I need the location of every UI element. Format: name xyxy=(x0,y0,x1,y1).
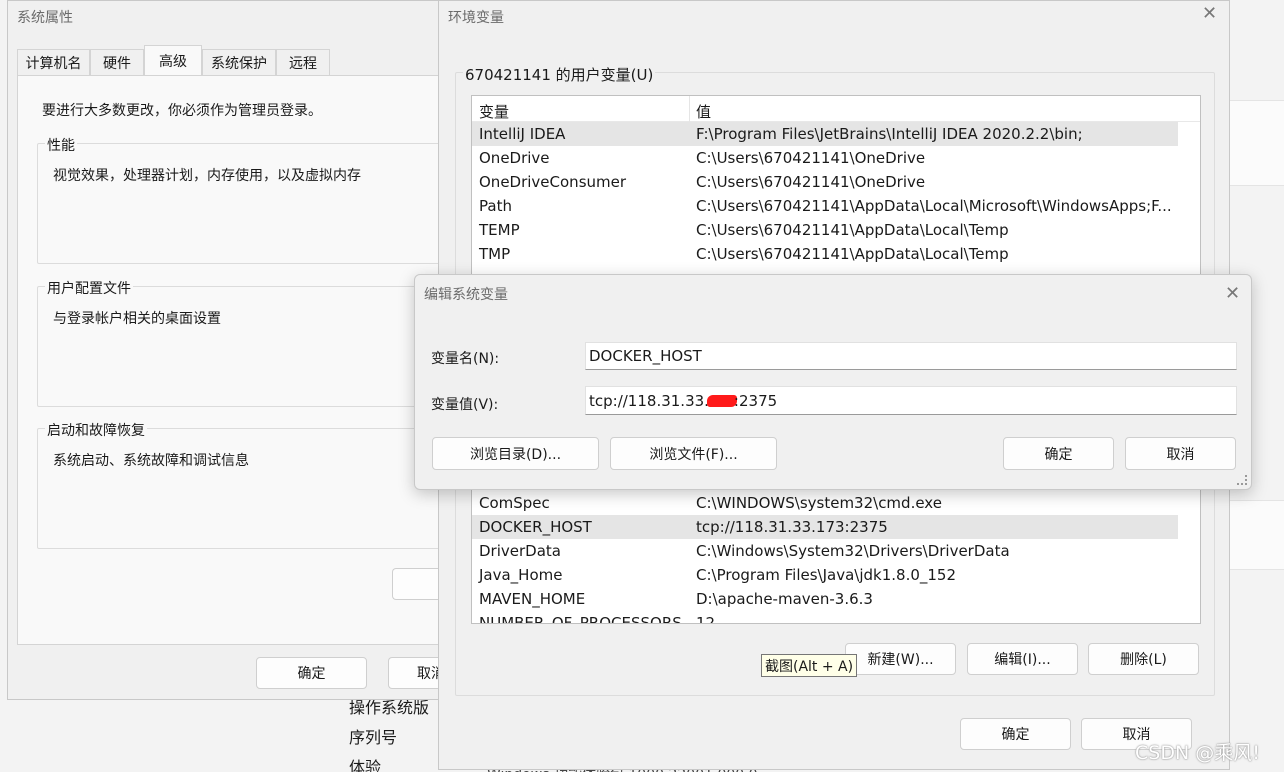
performance-label: 性能 xyxy=(45,135,77,155)
system-properties-title: 系统属性 xyxy=(17,10,73,26)
tab-computer-name[interactable]: 计算机名 xyxy=(17,49,90,75)
variable-value-cell: C:\Program Files\Java\jdk1.8.0_152 xyxy=(696,566,957,584)
variable-value-cell: C:\Users\670421141\OneDrive xyxy=(696,173,926,191)
variable-name-cell: DOCKER_HOST xyxy=(479,518,592,536)
user-vars-rows: IntelliJ IDEA F:\Program Files\JetBrains\… xyxy=(472,122,1178,272)
variable-value-label: 变量值(V): xyxy=(431,397,499,413)
background-card xyxy=(1230,500,1284,570)
variable-name-cell: Path xyxy=(479,197,512,215)
table-row[interactable]: OneDriveConsumer C:\Users\670421141\OneDr… xyxy=(472,170,1178,194)
system-properties-titlebar: 系统属性 xyxy=(8,1,452,33)
variable-name-cell: ComSpec xyxy=(479,494,550,512)
env-vars-titlebar: 环境变量 xyxy=(439,1,1229,33)
admin-note: 要进行大多数更改，你必须作为管理员登录。 xyxy=(42,103,322,119)
variable-name-cell: OneDrive xyxy=(479,149,550,167)
edit-dialog-close-icon[interactable]: ✕ xyxy=(1225,285,1240,303)
background-label: 序列号 xyxy=(349,728,398,747)
table-row[interactable]: Path C:\Users\670421141\AppData\Local\Mic… xyxy=(472,194,1178,218)
variable-value-cell: D:\apache-maven-3.6.3 xyxy=(696,590,873,608)
variable-name-cell: TMP xyxy=(479,245,511,263)
edit-system-variable-dialog: 编辑系统变量 ✕ 变量名(N): DOCKER_HOST 变量值(V): tcp… xyxy=(414,274,1252,490)
startup-recovery-label: 启动和故障恢复 xyxy=(45,420,147,440)
variable-name-value: DOCKER_HOST xyxy=(589,347,702,365)
variable-value-cell: C:\WINDOWS\system32\cmd.exe xyxy=(696,494,942,512)
variable-name-cell: NUMBER_OF_PROCESSORS xyxy=(479,614,682,624)
variable-value-prefix: tcp://118.31.33. xyxy=(589,391,709,410)
redaction-mark xyxy=(706,394,737,407)
user-vars-label: 670421141 的用户变量(U) xyxy=(463,64,656,85)
variable-name-cell: Java_Home xyxy=(479,566,563,584)
new-variable-button[interactable]: 新建(W)... xyxy=(845,643,956,675)
variable-value-suffix: :2375 xyxy=(733,391,778,410)
table-row[interactable]: MAVEN_HOME D:\apache-maven-3.6.3 xyxy=(472,587,1178,611)
env-vars-title: 环境变量 xyxy=(448,10,504,26)
variable-name-cell: MAVEN_HOME xyxy=(479,590,586,608)
variable-value-cell: C:\Windows\System32\Drivers\DriverData xyxy=(696,542,1010,560)
edit-dialog-ok-button[interactable]: 确定 xyxy=(1003,437,1114,470)
table-row[interactable]: ComSpec C:\WINDOWS\system32\cmd.exe xyxy=(472,491,1178,515)
system-properties-dialog: 系统属性 计算机名 硬件 高级 系统保护 远程 要进行大多数更改，你必须作为管理… xyxy=(7,0,457,700)
variable-value-cell: tcp://118.31.33.173:2375 xyxy=(696,518,888,536)
table-row[interactable]: DOCKER_HOST tcp://118.31.33.173:2375 xyxy=(472,515,1178,539)
table-row[interactable]: TMP C:\Users\670421141\AppData\Local\Temp xyxy=(472,242,1178,266)
variable-name-label: 变量名(N): xyxy=(431,351,500,367)
header-value[interactable]: 值 xyxy=(696,101,711,122)
user-profile-desc: 与登录帐户相关的桌面设置 xyxy=(53,311,221,327)
table-row[interactable]: OneDrive C:\Users\670421141\OneDrive xyxy=(472,146,1178,170)
tab-advanced[interactable]: 高级 xyxy=(144,45,202,75)
browse-directory-button[interactable]: 浏览目录(D)... xyxy=(432,437,599,470)
screenshot-tooltip: 截图(Alt + A) xyxy=(761,654,858,677)
user-vars-header: 变量 值 xyxy=(472,96,1200,122)
variable-value-input[interactable]: tcp://118.31.33. :2375 xyxy=(585,386,1237,415)
table-row[interactable]: NUMBER_OF_PROCESSORS 12 xyxy=(472,611,1178,624)
tab-panel: 要进行大多数更改，你必须作为管理员登录。 性能 视觉效果，处理器计划，内存使用，… xyxy=(17,75,457,645)
variable-value-cell: C:\Users\670421141\AppData\Local\Microso… xyxy=(696,197,1172,215)
variable-name-cell: IntelliJ IDEA xyxy=(479,125,566,143)
background-label: 体验 xyxy=(349,758,382,772)
delete-variable-button[interactable]: 删除(L) xyxy=(1088,643,1199,675)
header-variable[interactable]: 变量 xyxy=(479,101,509,122)
variable-value-cell: C:\Users\670421141\AppData\Local\Temp xyxy=(696,221,1009,239)
table-row[interactable]: TEMP C:\Users\670421141\AppData\Local\Tem… xyxy=(472,218,1178,242)
variable-value-cell: 12 xyxy=(696,614,716,624)
variable-value-cell: C:\Users\670421141\AppData\Local\Temp xyxy=(696,245,1009,263)
sys-vars-rows: ComSpec C:\WINDOWS\system32\cmd.exe DOCKER… xyxy=(472,491,1178,624)
watermark: CSDN @乘风! xyxy=(1135,742,1260,764)
edit-dialog-title: 编辑系统变量 xyxy=(424,287,508,303)
sys-vars-list: ComSpec C:\WINDOWS\system32\cmd.exe DOCKER… xyxy=(471,471,1201,624)
user-profile-label: 用户配置文件 xyxy=(45,278,133,298)
variable-name-cell: DriverData xyxy=(479,542,561,560)
env-vars-close-icon[interactable]: ✕ xyxy=(1202,5,1217,23)
table-row[interactable]: DriverData C:\Windows\System32\Drivers\Dr… xyxy=(472,539,1178,563)
variable-value-cell: C:\Users\670421141\OneDrive xyxy=(696,149,926,167)
header-divider xyxy=(689,96,690,122)
table-row[interactable]: IntelliJ IDEA F:\Program Files\JetBrains\… xyxy=(472,122,1178,146)
browse-file-button[interactable]: 浏览文件(F)... xyxy=(610,437,777,470)
tab-strip: 计算机名 硬件 高级 系统保护 远程 xyxy=(17,45,447,75)
edit-dialog-cancel-button[interactable]: 取消 xyxy=(1125,437,1236,470)
tab-hardware[interactable]: 硬件 xyxy=(90,49,144,75)
edit-dialog-titlebar: 编辑系统变量 xyxy=(415,278,1251,310)
resize-grip-icon[interactable] xyxy=(1237,475,1247,485)
performance-group: 性能 视觉效果，处理器计划，内存使用，以及虚拟内存 xyxy=(37,135,457,264)
variable-name-cell: TEMP xyxy=(479,221,520,239)
tab-system-protection[interactable]: 系统保护 xyxy=(202,49,276,75)
env-vars-ok-button[interactable]: 确定 xyxy=(960,718,1071,750)
tab-remote[interactable]: 远程 xyxy=(276,49,330,75)
performance-desc: 视觉效果，处理器计划，内存使用，以及虚拟内存 xyxy=(53,168,361,184)
startup-recovery-desc: 系统启动、系统故障和调试信息 xyxy=(53,453,249,469)
sys-props-ok-button[interactable]: 确定 xyxy=(256,657,367,689)
user-profile-group: 用户配置文件 与登录帐户相关的桌面设置 xyxy=(37,278,457,407)
table-row[interactable]: Java_Home C:\Program Files\Java\jdk1.8.0_… xyxy=(472,563,1178,587)
startup-recovery-group: 启动和故障恢复 系统启动、系统故障和调试信息 xyxy=(37,420,457,549)
variable-name-cell: OneDriveConsumer xyxy=(479,173,627,191)
user-vars-list: 变量 值 IntelliJ IDEA F:\Program Files\JetBr… xyxy=(471,95,1201,285)
variable-name-input[interactable]: DOCKER_HOST xyxy=(585,342,1237,370)
background-card xyxy=(1230,100,1284,186)
edit-variable-button[interactable]: 编辑(I)... xyxy=(967,643,1078,675)
variable-value-cell: F:\Program Files\JetBrains\IntelliJ IDEA… xyxy=(696,125,1083,143)
